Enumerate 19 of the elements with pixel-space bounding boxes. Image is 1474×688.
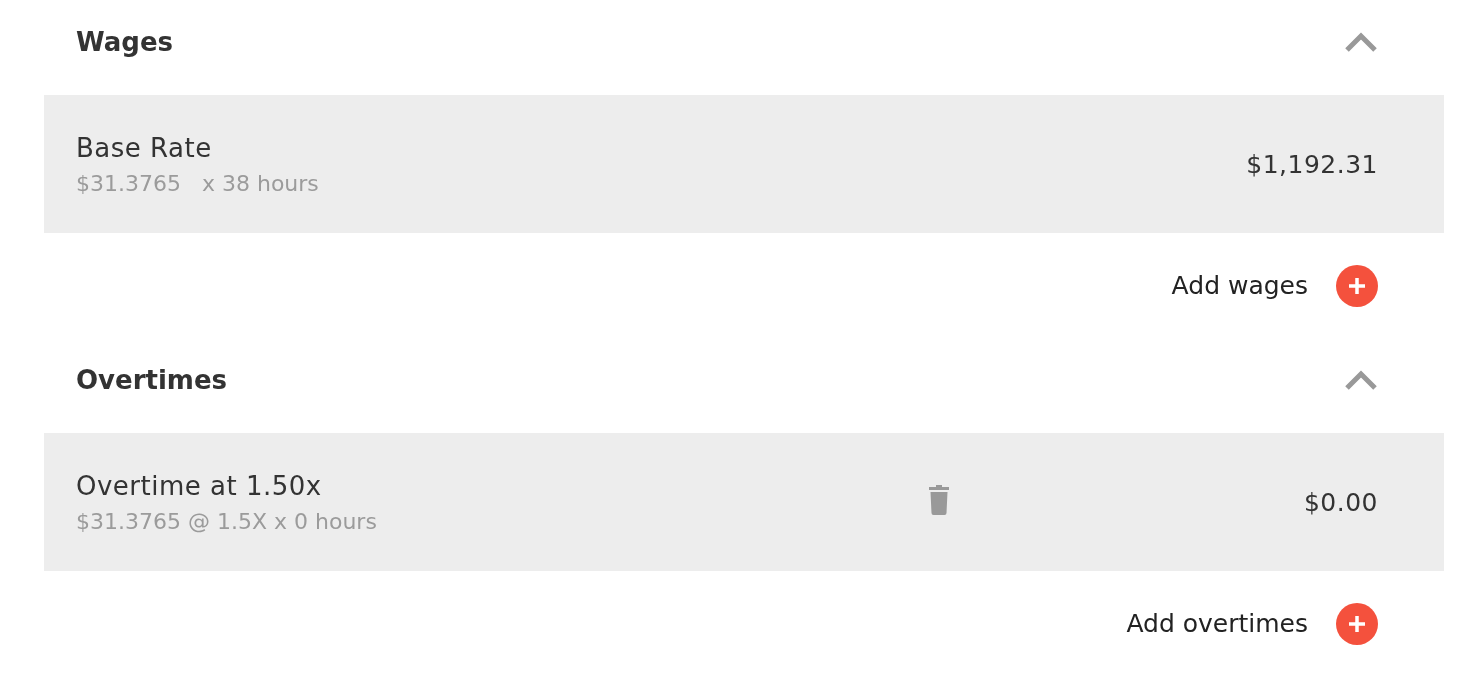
plus-icon	[1348, 276, 1366, 295]
add-button[interactable]	[1336, 602, 1378, 645]
item-row[interactable]: Overtime at 1.50x $31.3765 @ 1.5X x 0 hours $0.00	[44, 433, 1444, 571]
chevron-icon[interactable]	[1344, 369, 1378, 391]
chevron-icon[interactable]	[1344, 31, 1378, 53]
trash-icon[interactable]	[928, 484, 950, 516]
plus-icon	[1348, 614, 1366, 633]
add-button[interactable]	[1336, 264, 1378, 307]
add-label: Add wages	[1171, 271, 1308, 300]
add-label: Add overtimes	[1126, 609, 1308, 638]
item-name: Overtime at 1.50x	[76, 470, 323, 501]
item-amount: $0.00	[1303, 487, 1378, 517]
item-detail: $31.3765 @ 1.5X x 0 hours	[76, 508, 378, 534]
item-amount: $1,192.31	[1246, 149, 1378, 179]
item-row[interactable]: Base Rate $31.3765 x 38 hours $1,192.31	[44, 95, 1444, 233]
section-title: Overtimes	[76, 365, 228, 395]
item-name: Base Rate	[76, 132, 213, 163]
item-detail: $31.3765 x 38 hours	[76, 170, 320, 196]
section-title: Wages	[76, 27, 174, 57]
